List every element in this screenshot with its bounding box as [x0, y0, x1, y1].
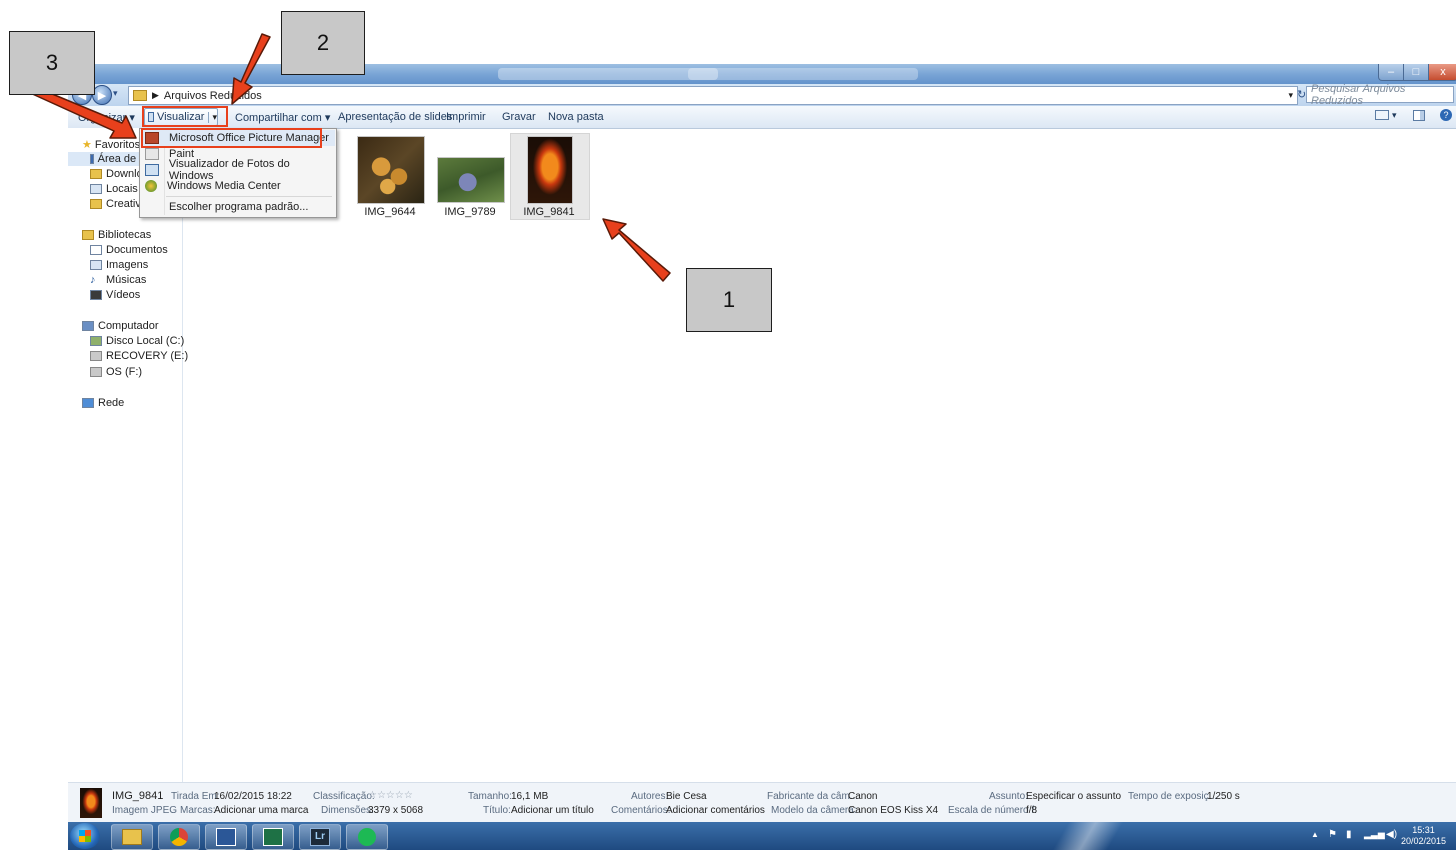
- annotation-arrows: [27, 33, 671, 282]
- callout-3: 3: [9, 31, 95, 95]
- arrow-to-selected-file: [602, 218, 671, 282]
- callout-2: 2: [281, 11, 365, 75]
- callout-1: 1: [686, 268, 772, 332]
- arrow-to-view-button: [231, 33, 271, 105]
